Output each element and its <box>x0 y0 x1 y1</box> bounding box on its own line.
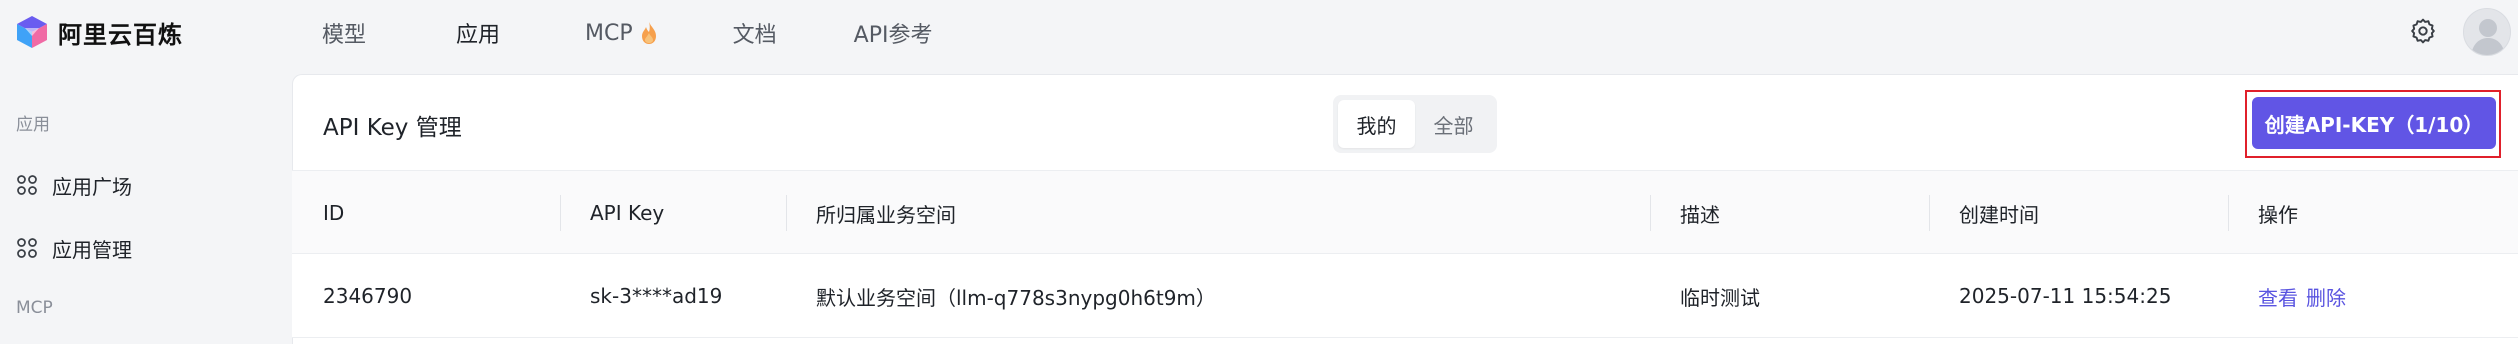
table-row: 2346790 sk-3****ad19 默认业务空间（llm-q778s3ny… <box>292 254 2518 338</box>
column-divider <box>786 195 787 231</box>
column-header-id: ID <box>323 201 345 225</box>
delete-link[interactable]: 删除 <box>2306 254 2346 338</box>
owner-filter-toggle: 我的 全部 <box>1333 95 1497 153</box>
brand[interactable]: 阿里云百炼 <box>14 14 183 50</box>
column-divider <box>1929 195 1930 231</box>
grid-icon <box>17 175 37 195</box>
nav-item-mcp-label: MCP <box>585 20 633 46</box>
column-header-created-at: 创建时间 <box>1959 202 2039 227</box>
sidebar-item-app-management[interactable]: 应用管理 <box>16 232 132 264</box>
cell-api-key: sk-3****ad19 <box>590 284 723 308</box>
top-navigation-bar: 阿里云百炼 模型 应用 MCP 文档 API参考 <box>0 0 2518 68</box>
column-divider <box>560 195 561 231</box>
sidebar-item-label: 应用广场 <box>52 174 132 199</box>
sidebar-item-app-square[interactable]: 应用广场 <box>16 169 132 201</box>
column-header-api-key: API Key <box>590 201 665 225</box>
column-divider <box>2228 195 2229 231</box>
column-divider <box>1650 195 1651 231</box>
gear-icon[interactable] <box>2410 18 2436 44</box>
nav-item-docs[interactable]: 文档 <box>733 17 777 49</box>
nav-item-models[interactable]: 模型 <box>322 17 366 49</box>
sidebar-section-apps: 应用 <box>16 115 50 135</box>
column-header-description: 描述 <box>1680 202 1720 227</box>
create-api-key-button[interactable]: 创建API-KEY（1/10） <box>2252 97 2496 149</box>
nav-item-apps[interactable]: 应用 <box>456 17 500 49</box>
column-header-workspace: 所归属业务空间 <box>816 202 956 227</box>
fire-icon <box>641 22 656 44</box>
cell-created-at: 2025-07-11 15:54:25 <box>1959 284 2172 308</box>
filter-option-all[interactable]: 全部 <box>1415 100 1492 148</box>
cell-description: 临时测试 <box>1680 285 1760 310</box>
user-avatar-icon <box>2471 19 2505 55</box>
nav-item-mcp[interactable]: MCP <box>585 21 659 46</box>
filter-option-mine[interactable]: 我的 <box>1338 100 1415 148</box>
main-nav: 模型 应用 MCP 文档 API参考 <box>322 15 932 51</box>
sidebar-item-label: 应用管理 <box>52 237 132 262</box>
view-link[interactable]: 查看 <box>2258 254 2298 338</box>
cell-id: 2346790 <box>323 284 413 308</box>
table-header: ID API Key 所归属业务空间 描述 创建时间 操作 <box>292 170 2518 254</box>
cell-workspace: 默认业务空间（llm-q778s3nypg0h6t9m） <box>816 285 1216 310</box>
brand-logo-icon <box>17 16 47 48</box>
column-header-actions: 操作 <box>2258 202 2298 227</box>
sidebar-section-mcp: MCP <box>16 298 53 318</box>
nav-item-api-reference[interactable]: API参考 <box>854 17 933 49</box>
sidebar: 应用 应用广场 应用管理 MCP <box>0 68 292 344</box>
grid-icon <box>17 238 37 258</box>
page-title: API Key 管理 <box>323 115 462 141</box>
avatar[interactable] <box>2463 8 2511 56</box>
brand-name: 阿里云百炼 <box>58 20 183 49</box>
